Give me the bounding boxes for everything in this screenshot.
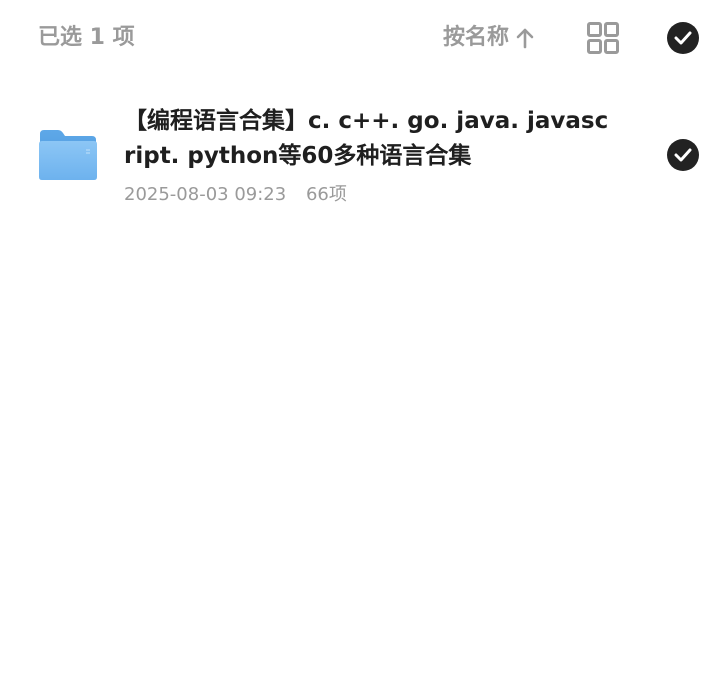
file-select-checkbox[interactable] [667,139,699,171]
sort-label: 按名称 [443,25,510,50]
check-circle-icon [667,22,699,54]
arrow-up-icon [515,27,535,49]
file-item-count: 66项 [305,184,347,205]
file-meta: 2025-08-03 09:23 66项 [124,182,347,208]
file-name: 【编程语言合集】c. c++. go. java. javascript. py… [124,108,609,169]
sort-by-name-button[interactable]: 按名称 [443,22,535,54]
file-selection-page: 已选 1 项 按名称 【编程语言合集】c. c++. go. java. jav… [0,0,714,691]
check-circle-icon [667,139,699,171]
file-list-item[interactable]: 【编程语言合集】c. c++. go. java. javascript. py… [0,96,714,218]
selected-count-label: 已选 1 项 [38,25,135,50]
grid-view-toggle[interactable] [587,22,619,54]
folder-icon [38,128,98,182]
selection-toolbar: 已选 1 项 按名称 [0,0,714,76]
grid-view-icon [587,22,619,54]
file-date: 2025-08-03 09:23 [124,184,287,205]
select-all-checkbox[interactable] [667,22,699,54]
